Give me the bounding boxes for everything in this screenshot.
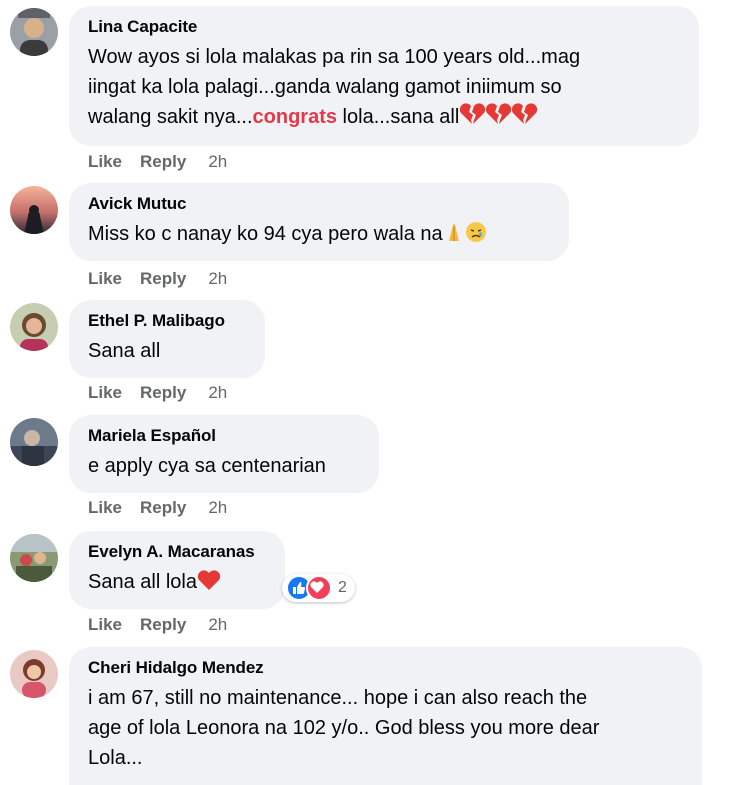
avatar[interactable] bbox=[10, 186, 58, 234]
reply-button[interactable]: Reply bbox=[140, 498, 186, 518]
reaction-count: 2 bbox=[338, 579, 347, 596]
love-reaction-icon bbox=[306, 575, 332, 601]
timestamp[interactable]: 2h bbox=[208, 615, 227, 635]
timestamp[interactable]: 2h bbox=[208, 269, 227, 289]
commenter-name[interactable]: Evelyn A. Macaranas bbox=[88, 541, 265, 563]
avatar[interactable] bbox=[10, 303, 58, 351]
reply-button[interactable]: Reply bbox=[140, 269, 186, 289]
folded-hands-icon bbox=[443, 221, 465, 252]
avatar[interactable] bbox=[10, 8, 58, 56]
broken-heart-emoji-icon bbox=[459, 102, 539, 135]
comment-bubble: Lina Capacite Wow ayos si lola malakas p… bbox=[69, 6, 699, 146]
comment-text: Sana all bbox=[88, 340, 161, 362]
commenter-name[interactable]: Mariela Español bbox=[88, 425, 359, 447]
timestamp[interactable]: 2h bbox=[208, 498, 227, 518]
commenter-name[interactable]: Ethel P. Malibago bbox=[88, 310, 245, 332]
like-button[interactable]: Like bbox=[88, 615, 122, 635]
comment-bubble: Mariela Español e apply cya sa centenari… bbox=[69, 415, 379, 493]
comment-bubble: Avick Mutuc Miss ko c nanay ko 94 cya pe… bbox=[69, 183, 569, 261]
commenter-name[interactable]: Avick Mutuc bbox=[88, 193, 549, 215]
reply-button[interactable]: Reply bbox=[140, 152, 186, 172]
reply-button[interactable]: Reply bbox=[140, 615, 186, 635]
comment-text: Miss ko c nanay ko 94 cya pero wala na bbox=[88, 219, 549, 252]
comment-text: Sana all lola bbox=[88, 567, 265, 600]
comment-bubble: Evelyn A. Macaranas Sana all lola bbox=[69, 531, 285, 609]
comment-text: i am 67, still no maintenance... hope i … bbox=[88, 687, 600, 769]
reply-button[interactable]: Reply bbox=[140, 383, 186, 403]
like-button[interactable]: Like bbox=[88, 383, 122, 403]
sad-face-icon bbox=[465, 221, 487, 252]
avatar[interactable] bbox=[10, 650, 58, 698]
timestamp[interactable]: 2h bbox=[208, 152, 227, 172]
like-button[interactable]: Like bbox=[88, 152, 122, 172]
comment-actions: Like Reply 2h bbox=[88, 382, 227, 404]
like-button[interactable]: Like bbox=[88, 498, 122, 518]
avatar[interactable] bbox=[10, 418, 58, 466]
hashtag-congrats[interactable]: congrats bbox=[253, 106, 337, 128]
comment-actions: Like Reply 2h bbox=[88, 497, 227, 519]
like-button[interactable]: Like bbox=[88, 269, 122, 289]
commenter-name[interactable]: Lina Capacite bbox=[88, 16, 679, 38]
comment-actions: Like Reply 2h bbox=[88, 151, 227, 173]
comment-text: e apply cya sa centenarian bbox=[88, 455, 326, 477]
comment-bubble: Ethel P. Malibago Sana all bbox=[69, 300, 265, 378]
commenter-name[interactable]: Cheri Hidalgo Mendez bbox=[88, 657, 682, 679]
avatar[interactable] bbox=[10, 534, 58, 582]
timestamp[interactable]: 2h bbox=[208, 383, 227, 403]
comment-actions: Like Reply 2h bbox=[88, 614, 227, 636]
reaction-summary[interactable]: 2 bbox=[282, 574, 355, 602]
red-heart-icon bbox=[197, 569, 221, 600]
comment-bubble: Cheri Hidalgo Mendez i am 67, still no m… bbox=[69, 647, 702, 785]
comment-actions: Like Reply 2h bbox=[88, 268, 227, 290]
comment-text: Wow ayos si lola malakas pa rin sa 100 y… bbox=[88, 42, 679, 135]
